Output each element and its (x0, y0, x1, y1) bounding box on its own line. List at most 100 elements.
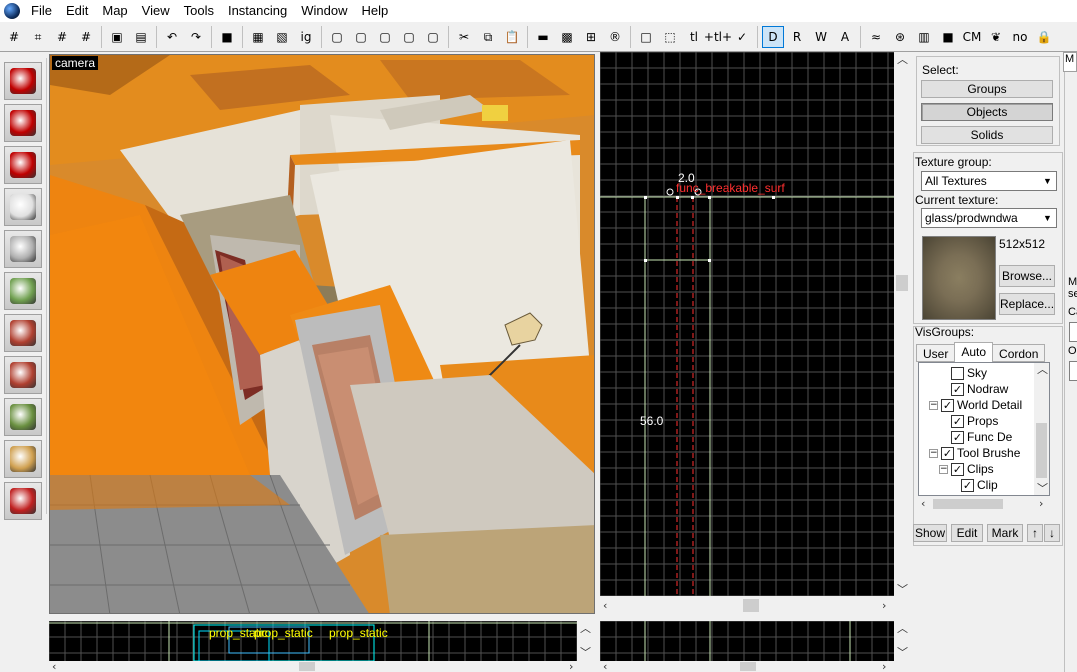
tab-auto[interactable]: Auto (954, 342, 994, 362)
top-2d-view[interactable]: prop_static prop_static prop_static (49, 621, 577, 661)
side-view-horizontal-scrollbar[interactable]: ‹ › (600, 596, 894, 616)
vertex-tool-button[interactable] (4, 482, 42, 520)
block-tool-button[interactable] (4, 230, 42, 268)
cm-button[interactable]: CM (961, 26, 983, 48)
menu-view[interactable]: View (135, 0, 177, 22)
collapse-icon[interactable]: − (939, 464, 948, 474)
sphere-button[interactable]: ⊛ (889, 26, 911, 48)
scroll-down-arrow-icon[interactable]: ﹀ (1037, 483, 1048, 494)
flat-button[interactable]: ≈ (865, 26, 887, 48)
models-button[interactable]: ✓ (731, 26, 753, 48)
scroll-down-arrow-icon[interactable]: ﹀ (897, 647, 908, 658)
menu-edit[interactable]: Edit (59, 0, 95, 22)
hide-unselected-button[interactable]: ▢ (350, 26, 372, 48)
replace-button[interactable]: Replace... (999, 293, 1055, 315)
show-button[interactable]: Show (913, 524, 947, 542)
nodraw-button[interactable]: no (1009, 26, 1031, 48)
chevron-down-icon[interactable]: ▼ (1040, 210, 1055, 226)
scroll-thumb[interactable] (1036, 423, 1047, 478)
show-all-button[interactable]: ▢ (374, 26, 396, 48)
tl-button[interactable]: tl (683, 26, 705, 48)
clipping-tool-button[interactable] (4, 440, 42, 478)
apply-texture-button[interactable] (4, 314, 42, 352)
ignore-groups-button[interactable]: ig (295, 26, 317, 48)
scroll-down-arrow-icon[interactable]: ﹀ (580, 647, 591, 658)
panel-tab-m[interactable]: M (1063, 52, 1077, 72)
scroll-right-arrow-icon[interactable]: › (569, 661, 573, 672)
chevron-down-icon[interactable]: ▼ (1040, 173, 1055, 189)
ungroup-button[interactable]: ▤ (130, 26, 152, 48)
tab-user[interactable]: User (916, 344, 956, 362)
top-view-vertical-scrollbar[interactable]: ︿ ﹀ (577, 621, 593, 661)
visgroups-tree[interactable]: Sky ✓ Nodraw − ✓ World Detail ✓ Props ✓ Func De − ✓… (918, 362, 1050, 496)
visgroup-checkbox[interactable]: ✓ (951, 430, 964, 444)
undo-button[interactable]: ↶ (161, 26, 183, 48)
visgroup-row[interactable]: − ✓ Clips (939, 461, 994, 477)
texture-scale-button[interactable]: ▩ (556, 26, 578, 48)
carve-button[interactable]: ■ (216, 26, 238, 48)
visgroup-row[interactable]: − ✓ Tool Brushe (929, 445, 1020, 461)
to-entity-button[interactable]: ▦ (247, 26, 269, 48)
scroll-up-arrow-icon[interactable]: ︿ (897, 54, 908, 65)
side-view-vertical-scrollbar[interactable]: ︿ ﹀ (894, 52, 910, 596)
cubes-button[interactable]: ■ (937, 26, 959, 48)
display-button[interactable]: D (762, 25, 784, 48)
front-2d-view[interactable] (600, 621, 894, 661)
scroll-thumb[interactable] (896, 275, 908, 291)
menu-tools[interactable]: Tools (177, 0, 221, 22)
copy-button[interactable]: ⧉ (477, 26, 499, 48)
scroll-thumb[interactable] (933, 499, 1003, 509)
texture-lock-button[interactable]: ▬ (532, 26, 554, 48)
scroll-up-arrow-icon[interactable]: ︿ (1037, 364, 1048, 375)
visgroup-checkbox[interactable]: ✓ (941, 446, 954, 460)
visgroup-checkbox[interactable]: ✓ (951, 414, 964, 428)
radius-button[interactable]: R (786, 26, 808, 48)
visgroup-row[interactable]: ✓ Clip (949, 477, 998, 493)
select-solids-button[interactable]: Solids (921, 126, 1053, 144)
apply-button[interactable]: ⊞ (580, 26, 602, 48)
entity-tool-button[interactable] (4, 188, 42, 226)
scroll-left-arrow-icon[interactable]: ‹ (603, 600, 607, 611)
select-bounds-button[interactable]: □ (635, 26, 657, 48)
cut-button[interactable]: ✂ (453, 26, 475, 48)
scroll-left-arrow-icon[interactable]: ‹ (603, 661, 607, 672)
decal-tool-button[interactable] (4, 356, 42, 394)
scroll-right-arrow-icon[interactable]: › (1039, 498, 1043, 509)
leaf-button[interactable]: ❦ (985, 26, 1007, 48)
to-world-button[interactable]: ▧ (271, 26, 293, 48)
grid-small-button[interactable]: # (51, 26, 73, 48)
mark-button[interactable]: Mark (987, 524, 1023, 542)
waffle-button[interactable]: ▥ (913, 26, 935, 48)
side-2d-view[interactable]: 2.0 func_breakable_surf 56.0 (600, 52, 894, 596)
group-button[interactable]: ▣ (106, 26, 128, 48)
scroll-thumb[interactable] (743, 599, 759, 612)
grid-highlight-button[interactable]: # (75, 26, 97, 48)
visgroup-row[interactable]: ✓ Func De (939, 429, 1012, 445)
lock-button[interactable]: 🔒 (1033, 26, 1055, 48)
select-objects-button[interactable]: Objects (921, 103, 1053, 121)
collapse-icon[interactable]: − (929, 448, 938, 458)
select-by-handles-button[interactable]: ⬚ (659, 26, 681, 48)
edge-field[interactable] (1069, 322, 1077, 342)
magnify-tool-button[interactable] (4, 104, 42, 142)
scroll-up-arrow-icon[interactable]: ︿ (897, 623, 908, 634)
selection-tool-button[interactable] (4, 62, 42, 100)
tab-cordon[interactable]: Cordon (992, 344, 1046, 362)
visgroup-row[interactable]: Sky (939, 365, 987, 381)
camera-3d-view[interactable]: camera (49, 54, 595, 614)
tree-vertical-scrollbar[interactable]: ︿ ﹀ (1034, 363, 1049, 495)
current-texture-dropdown[interactable]: glass/prodwndwa ▼ (921, 208, 1057, 228)
select-groups-button[interactable]: Groups (921, 80, 1053, 98)
edge-field[interactable] (1069, 361, 1077, 381)
menu-help[interactable]: Help (354, 0, 395, 22)
visgroup-checkbox[interactable]: ✓ (961, 478, 974, 492)
visgroup-row[interactable]: ✓ Nodraw (939, 381, 1008, 397)
visgroup-button[interactable]: ▢ (398, 26, 420, 48)
menu-window[interactable]: Window (294, 0, 354, 22)
visgroup-row[interactable]: − ✓ World Detail (929, 397, 1022, 413)
visgroup-checkbox[interactable]: ✓ (941, 398, 954, 412)
tree-horizontal-scrollbar[interactable]: ‹ › (919, 496, 1049, 512)
scroll-left-arrow-icon[interactable]: ‹ (52, 661, 56, 672)
browse-button[interactable]: Browse... (999, 265, 1055, 287)
grid-size-button[interactable]: ⌗ (27, 26, 49, 48)
